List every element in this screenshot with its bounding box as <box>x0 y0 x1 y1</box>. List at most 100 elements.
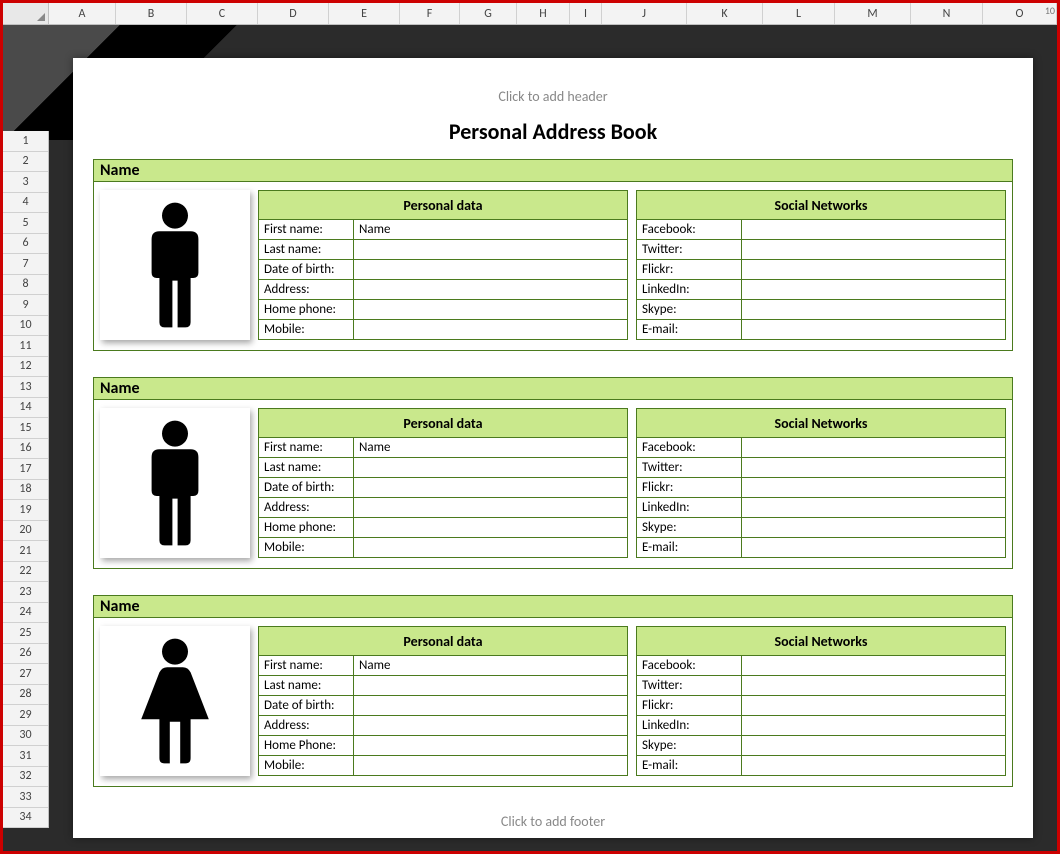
header-placeholder[interactable]: Click to add header <box>93 88 1013 112</box>
field-value[interactable] <box>742 478 1006 498</box>
field-value[interactable] <box>742 656 1006 676</box>
field-value[interactable]: Name <box>354 438 628 458</box>
field-value[interactable] <box>742 458 1006 478</box>
column-header-f[interactable]: F <box>400 3 460 24</box>
row-header-23[interactable]: 23 <box>3 582 48 603</box>
row-gutter[interactable]: 1234567891011121314151617181920212223242… <box>3 131 49 828</box>
field-value[interactable] <box>742 518 1006 538</box>
column-header-l[interactable]: L <box>763 3 835 24</box>
row-header-3[interactable]: 3 <box>3 172 48 193</box>
row-header-21[interactable]: 21 <box>3 541 48 562</box>
field-value[interactable] <box>354 280 628 300</box>
column-header-d[interactable]: D <box>258 3 329 24</box>
row-header-1[interactable]: 1 <box>3 131 48 152</box>
row-header-18[interactable]: 18 <box>3 480 48 501</box>
field-value[interactable] <box>354 260 628 280</box>
column-ruler[interactable]: ABCDEFGHIJKLMNO 10 <box>3 3 1057 25</box>
field-value[interactable] <box>354 756 628 776</box>
name-bar[interactable]: Name <box>94 160 1012 182</box>
row-header-4[interactable]: 4 <box>3 193 48 214</box>
field-value[interactable] <box>742 716 1006 736</box>
row-header-10[interactable]: 10 <box>3 316 48 337</box>
column-header-j[interactable]: J <box>602 3 687 24</box>
column-header-g[interactable]: G <box>460 3 517 24</box>
field-label: Date of birth: <box>259 260 354 280</box>
field-label: Home phone: <box>259 518 354 538</box>
footer-placeholder[interactable]: Click to add footer <box>93 813 1013 837</box>
row-header-16[interactable]: 16 <box>3 439 48 460</box>
row-header-28[interactable]: 28 <box>3 685 48 706</box>
row-header-29[interactable]: 29 <box>3 705 48 726</box>
row-header-12[interactable]: 12 <box>3 357 48 378</box>
column-header-h[interactable]: H <box>517 3 570 24</box>
field-label: Skype: <box>637 518 742 538</box>
field-value[interactable] <box>742 320 1006 340</box>
field-value[interactable] <box>742 696 1006 716</box>
row-header-34[interactable]: 34 <box>3 808 48 829</box>
field-value[interactable] <box>354 736 628 756</box>
field-value[interactable] <box>354 716 628 736</box>
field-value[interactable] <box>742 498 1006 518</box>
field-value[interactable] <box>742 538 1006 558</box>
row-header-11[interactable]: 11 <box>3 336 48 357</box>
row-header-25[interactable]: 25 <box>3 623 48 644</box>
row-header-7[interactable]: 7 <box>3 254 48 275</box>
row-header-9[interactable]: 9 <box>3 295 48 316</box>
field-value[interactable] <box>354 676 628 696</box>
field-value[interactable] <box>354 458 628 478</box>
name-bar[interactable]: Name <box>94 378 1012 400</box>
field-value[interactable] <box>742 736 1006 756</box>
field-value[interactable] <box>354 240 628 260</box>
row-header-27[interactable]: 27 <box>3 664 48 685</box>
field-value[interactable] <box>742 240 1006 260</box>
row-header-15[interactable]: 15 <box>3 418 48 439</box>
row-header-20[interactable]: 20 <box>3 521 48 542</box>
field-value[interactable] <box>742 260 1006 280</box>
female-avatar[interactable] <box>100 626 250 776</box>
field-label: Facebook: <box>637 438 742 458</box>
row-header-14[interactable]: 14 <box>3 398 48 419</box>
row-header-22[interactable]: 22 <box>3 562 48 583</box>
column-header-e[interactable]: E <box>329 3 400 24</box>
column-header-c[interactable]: C <box>187 3 258 24</box>
field-value[interactable] <box>354 300 628 320</box>
male-avatar[interactable] <box>100 408 250 558</box>
row-header-31[interactable]: 31 <box>3 746 48 767</box>
field-value[interactable] <box>742 300 1006 320</box>
field-value[interactable] <box>742 756 1006 776</box>
row-header-32[interactable]: 32 <box>3 767 48 788</box>
field-value[interactable] <box>354 538 628 558</box>
column-header-i[interactable]: I <box>570 3 602 24</box>
row-header-26[interactable]: 26 <box>3 644 48 665</box>
column-header-m[interactable]: M <box>835 3 911 24</box>
row-header-17[interactable]: 17 <box>3 459 48 480</box>
field-label: Mobile: <box>259 320 354 340</box>
row-header-5[interactable]: 5 <box>3 213 48 234</box>
row-header-6[interactable]: 6 <box>3 234 48 255</box>
field-value[interactable] <box>742 676 1006 696</box>
male-avatar[interactable] <box>100 190 250 340</box>
row-header-2[interactable]: 2 <box>3 152 48 173</box>
field-value[interactable]: Name <box>354 656 628 676</box>
field-value[interactable] <box>354 498 628 518</box>
field-value[interactable] <box>354 320 628 340</box>
column-header-b[interactable]: B <box>116 3 187 24</box>
row-header-33[interactable]: 33 <box>3 787 48 808</box>
column-header-k[interactable]: K <box>687 3 763 24</box>
row-header-24[interactable]: 24 <box>3 603 48 624</box>
field-value[interactable] <box>354 518 628 538</box>
row-header-13[interactable]: 13 <box>3 377 48 398</box>
row-header-30[interactable]: 30 <box>3 726 48 747</box>
field-value[interactable] <box>742 220 1006 240</box>
field-value[interactable] <box>742 280 1006 300</box>
column-header-n[interactable]: N <box>911 3 983 24</box>
row-header-8[interactable]: 8 <box>3 275 48 296</box>
select-all-corner[interactable] <box>3 3 49 24</box>
field-value[interactable]: Name <box>354 220 628 240</box>
row-header-19[interactable]: 19 <box>3 500 48 521</box>
field-value[interactable] <box>354 696 628 716</box>
field-value[interactable] <box>742 438 1006 458</box>
name-bar[interactable]: Name <box>94 596 1012 618</box>
column-header-a[interactable]: A <box>49 3 116 24</box>
field-value[interactable] <box>354 478 628 498</box>
